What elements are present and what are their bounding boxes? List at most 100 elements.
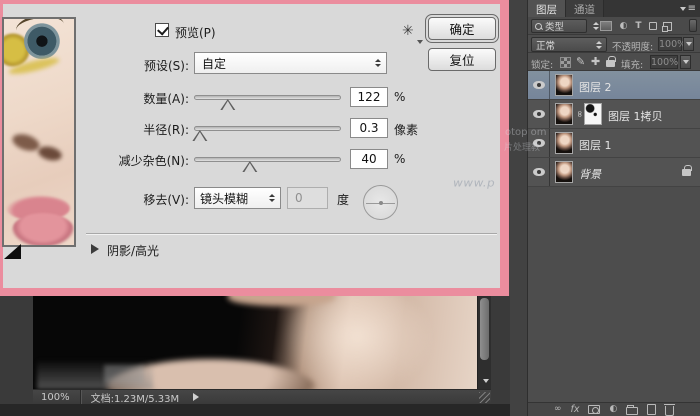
eye-icon: [533, 110, 545, 118]
layer-name[interactable]: 图层 1: [579, 137, 612, 153]
delete-layer-icon[interactable]: [665, 406, 674, 416]
visibility-toggle[interactable]: [528, 100, 550, 128]
opacity-dropdown-button[interactable]: [683, 37, 694, 51]
slider-thumb[interactable]: [220, 99, 235, 110]
nostril: [37, 144, 63, 162]
blend-mode-dropdown[interactable]: 正常: [531, 37, 607, 52]
eye-icon: [533, 81, 545, 89]
panel-menu-button[interactable]: ≡: [680, 4, 696, 14]
reduce-noise-slider[interactable]: [194, 154, 341, 170]
angle-unit: 度: [337, 191, 349, 208]
layer-thumbnail[interactable]: [555, 132, 573, 154]
adjustment-layer-filter-icon[interactable]: ◐: [617, 20, 630, 32]
preview-thumbnail[interactable]: [2, 17, 76, 247]
layer-style-fx-icon[interactable]: fx: [571, 405, 580, 415]
slider-thumb[interactable]: [192, 130, 207, 141]
new-adjustment-layer-icon[interactable]: ◐: [609, 405, 617, 414]
chevron-down-icon: [417, 40, 423, 44]
lock-position-move-icon[interactable]: ✚: [591, 56, 600, 67]
menu-lines-icon: ≡: [688, 4, 696, 14]
scrollbar-thumb[interactable]: [480, 298, 489, 360]
document-size-info: 文档:1.23M/5.33M: [81, 390, 180, 405]
status-bar: 100% 文档:1.23M/5.33M: [33, 389, 491, 404]
divider: [86, 233, 497, 234]
chevron-down-icon: [683, 60, 689, 64]
lock-icon: [682, 169, 691, 176]
updown-arrows-icon: [375, 59, 381, 67]
layer-row-layer1-copy[interactable]: ∞ 图层 1拷贝: [528, 100, 700, 129]
updown-arrows-icon: [596, 41, 602, 49]
status-arrow-icon[interactable]: [193, 393, 199, 401]
mask-link-icon: ∞: [574, 110, 584, 118]
ok-button[interactable]: 确定: [428, 17, 496, 40]
layer-thumbnail[interactable]: [555, 161, 573, 183]
opacity-value[interactable]: 100%: [658, 37, 682, 51]
tab-channels[interactable]: 通道: [566, 0, 604, 17]
link-layers-icon[interactable]: ∞: [554, 405, 562, 414]
layer-name[interactable]: 图层 1拷贝: [608, 108, 663, 124]
remove-dropdown[interactable]: 镜头模糊: [194, 187, 281, 209]
layer-name[interactable]: 图层 2: [579, 79, 612, 95]
scrollbar-arrow-icon[interactable]: [483, 379, 489, 383]
radius-input[interactable]: 0.3: [350, 118, 388, 138]
visibility-toggle[interactable]: [528, 158, 550, 186]
preset-dropdown[interactable]: 自定: [194, 52, 387, 74]
remove-label: 移去(V):: [93, 191, 189, 208]
smart-object-filter-icon[interactable]: [661, 20, 674, 32]
watermark-text: 片处理教: [504, 140, 540, 153]
canvas-image[interactable]: [33, 296, 477, 389]
layer-mask-thumbnail[interactable]: [584, 103, 602, 125]
shadows-highlights-label[interactable]: 阴影/高光: [107, 242, 159, 259]
preview-checkbox[interactable]: [155, 23, 169, 37]
type-layer-filter-icon[interactable]: T: [632, 20, 645, 32]
amount-input[interactable]: 122: [350, 87, 388, 107]
lock-pixels-brush-icon[interactable]: ✎: [576, 56, 585, 67]
photoshop-app: 图层 通道 ≡ 类型 ◐ T 正常 不透明度: 100%: [0, 0, 700, 416]
zoom-level-field[interactable]: 100%: [33, 392, 80, 403]
new-group-icon[interactable]: [626, 407, 638, 415]
layer-row-layer1[interactable]: 图层 1: [528, 129, 700, 158]
layer-row-layer2[interactable]: 图层 2: [528, 71, 700, 100]
fill-value[interactable]: 100%: [650, 55, 678, 69]
lock-all-icon[interactable]: [606, 60, 615, 67]
layer-name[interactable]: 背景: [579, 166, 601, 182]
lock-options-row: 锁定: ✎ ✚ 填充: 100%: [528, 53, 700, 71]
radius-slider[interactable]: [194, 123, 341, 139]
reduce-noise-label: 减少杂色(N):: [93, 152, 189, 169]
panel-tab-bar: 图层 通道: [528, 0, 700, 17]
vertical-scrollbar[interactable]: [477, 296, 491, 389]
slider-thumb[interactable]: [242, 161, 257, 172]
gear-icon[interactable]: ✳: [402, 24, 414, 38]
layer-thumbnail[interactable]: [555, 74, 573, 96]
preset-value: 自定: [202, 55, 226, 72]
chevron-down-icon: [680, 7, 686, 11]
angle-dial[interactable]: [363, 185, 398, 220]
amount-slider[interactable]: [194, 92, 341, 108]
disclosure-triangle-icon[interactable]: [91, 244, 99, 254]
filter-toggle-switch[interactable]: [689, 19, 697, 32]
square-icon: [649, 22, 657, 30]
shape-layer-filter-icon[interactable]: [646, 20, 659, 32]
chevron-down-icon: [686, 42, 692, 46]
pixel-layer-filter-icon[interactable]: [600, 21, 612, 31]
lock-transparency-icon[interactable]: [560, 57, 571, 68]
updown-arrows-icon: [269, 194, 275, 202]
radius-unit: 像素: [394, 121, 418, 138]
layer-row-background[interactable]: 背景: [528, 158, 700, 187]
tab-layers[interactable]: 图层: [528, 0, 566, 17]
slider-track[interactable]: [194, 157, 341, 162]
fill-label: 填充:: [621, 57, 643, 71]
reduce-noise-input[interactable]: 40: [350, 149, 388, 169]
add-layer-mask-icon[interactable]: [588, 405, 600, 414]
new-layer-icon[interactable]: [647, 404, 656, 415]
layer-thumbnail[interactable]: [555, 103, 573, 125]
slider-track[interactable]: [194, 95, 341, 100]
fill-dropdown-button[interactable]: [680, 55, 691, 69]
filter-kind-dropdown[interactable]: 类型: [531, 19, 587, 33]
slider-track[interactable]: [194, 126, 341, 131]
visibility-toggle[interactable]: [528, 71, 550, 99]
reset-button[interactable]: 复位: [428, 48, 496, 71]
remove-value: 镜头模糊: [200, 190, 248, 207]
smart-object-icon: [663, 22, 672, 31]
resize-grip[interactable]: [479, 392, 490, 403]
